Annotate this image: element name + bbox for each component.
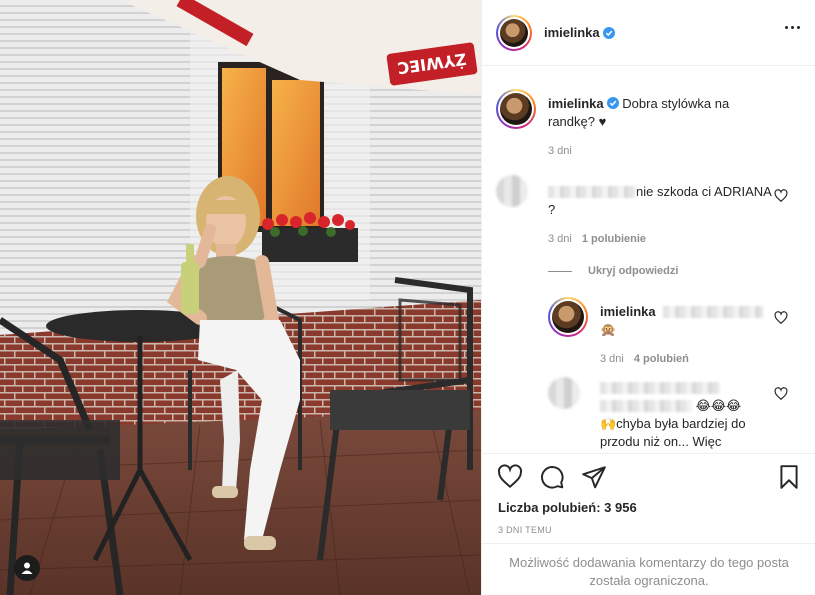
reply-avatar-blurred[interactable]	[548, 377, 580, 409]
reply-heart-icon[interactable]	[774, 387, 788, 401]
reply-mention-blurred[interactable]	[600, 400, 692, 412]
post-footer: Liczba polubień: 3 956 3 DNI TEMU Możliw…	[482, 453, 815, 595]
reply-username[interactable]: imielinka	[600, 304, 656, 319]
heart-icon[interactable]	[497, 464, 523, 490]
comment-icon[interactable]	[539, 464, 565, 490]
reply-heart-icon[interactable]	[774, 311, 788, 325]
comment-item: nie szkoda ci ADRIANA ? 3 dni 1 polubieni…	[496, 175, 806, 249]
reply-avatar[interactable]	[548, 297, 588, 337]
post-image: ŻYWIEC	[0, 0, 481, 595]
comment-body: nie szkoda ci ADRIANA ?	[548, 183, 778, 219]
replies-divider-line	[548, 270, 572, 272]
caption-avatar[interactable]	[496, 89, 536, 129]
reply-item: imielinka 🙊 3 dni 4 polubień	[548, 297, 806, 371]
more-dots-icon	[785, 26, 788, 29]
comments-restricted-notice: Możliwość dodawania komentarzy do tego p…	[482, 543, 815, 595]
reply-username-blurred[interactable]	[600, 382, 720, 394]
reply-body: imielinka 🙊	[600, 303, 770, 339]
verified-badge-icon	[602, 26, 615, 39]
comment-heart-icon[interactable]	[774, 189, 788, 203]
reply-meta: 3 dni 4 polubień	[600, 353, 689, 365]
user-tag-icon	[21, 562, 33, 574]
bookmark-icon[interactable]	[776, 464, 802, 490]
author-avatar[interactable]	[496, 14, 532, 51]
comment-meta: 3 dni 1 polubienie	[548, 233, 646, 245]
hide-replies-button[interactable]: Ukryj odpowiedzi	[548, 265, 678, 277]
post-header: imielinka	[482, 0, 815, 66]
reply-age: 3 dni	[600, 353, 624, 365]
more-options-button[interactable]	[785, 26, 800, 29]
comment-likes-button[interactable]: 1 polubienie	[582, 233, 646, 245]
reply-body: 😂😂😂 🙌chyba była bardziej do przodu niż o…	[600, 379, 770, 451]
reply-mention-blurred[interactable]	[663, 306, 764, 318]
post-side-panel: imielinka imielinka Dobra stylówka na ra…	[481, 0, 815, 595]
paper-plane-icon[interactable]	[581, 464, 607, 490]
action-bar	[497, 464, 607, 490]
comments-list: imielinka Dobra stylówka na randkę? ♥ 3 …	[482, 67, 815, 453]
caption-username[interactable]: imielinka	[548, 96, 604, 111]
verified-badge-icon	[606, 97, 619, 109]
hide-replies-label[interactable]: Ukryj odpowiedzi	[588, 265, 678, 277]
reply-text: 🙊	[600, 322, 617, 337]
caption-text-block: imielinka Dobra stylówka na randkę? ♥	[548, 95, 778, 131]
user-tag-button[interactable]	[14, 555, 40, 581]
reply-item: 😂😂😂 🙌chyba była bardziej do przodu niż o…	[548, 377, 806, 453]
reply-likes-button[interactable]: 4 polubień	[634, 353, 689, 365]
caption-age: 3 dni	[548, 145, 572, 157]
commenter-avatar[interactable]	[496, 175, 528, 207]
reply-text: 🙌chyba była bardziej do przodu niż on...…	[600, 416, 746, 449]
post-photo[interactable]: ŻYWIEC	[0, 0, 481, 595]
commenter-username-blurred[interactable]	[548, 186, 636, 198]
post-timestamp[interactable]: 3 DNI TEMU	[498, 525, 552, 535]
reply-emoji: 😂😂😂	[695, 398, 742, 413]
author-username[interactable]: imielinka	[544, 25, 600, 40]
likes-count[interactable]: Liczba polubień: 3 956	[498, 500, 637, 515]
comment-age: 3 dni	[548, 233, 572, 245]
